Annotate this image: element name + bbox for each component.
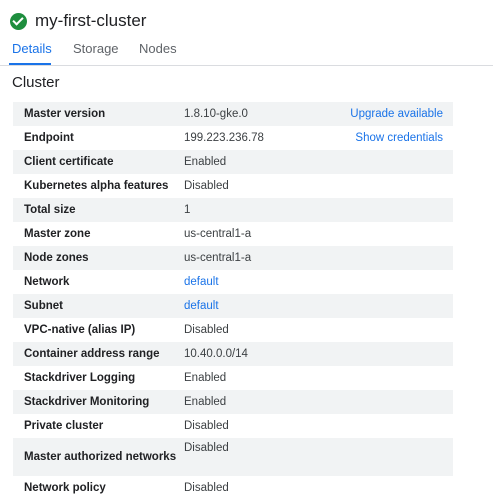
row-label: Master authorized networks bbox=[13, 438, 184, 476]
table-row: Subnet default bbox=[13, 294, 453, 318]
row-label: Network policy bbox=[24, 482, 106, 494]
table-row: Stackdriver Logging Enabled bbox=[13, 366, 453, 390]
subnet-link[interactable]: default bbox=[184, 294, 453, 318]
tab-details[interactable]: Details bbox=[12, 41, 52, 56]
row-label: Client certificate bbox=[13, 150, 184, 174]
row-value: Enabled bbox=[184, 372, 227, 384]
row-value: Enabled bbox=[184, 150, 453, 174]
row-value: us-central1-a bbox=[184, 246, 453, 270]
network-link[interactable]: default bbox=[184, 270, 453, 294]
show-credentials-link[interactable]: Show credentials bbox=[302, 126, 453, 150]
table-row: Network policy Disabled bbox=[13, 476, 453, 500]
table-row: Node zones us-central1-a bbox=[13, 246, 453, 270]
table-row: Stackdriver Monitoring Enabled bbox=[13, 390, 453, 414]
check-circle-icon bbox=[10, 12, 27, 30]
table-row: Master authorized networks Disabled bbox=[13, 438, 453, 476]
row-label: Stackdriver Monitoring bbox=[13, 390, 184, 414]
table-row: Private cluster Disabled bbox=[13, 414, 453, 438]
row-label: Node zones bbox=[13, 246, 184, 270]
row-label: Network bbox=[24, 276, 70, 288]
row-label: VPC-native (alias IP) bbox=[24, 324, 136, 336]
table-row: Master zone us-central1-a bbox=[13, 222, 453, 246]
table-row: Container address range 10.40.0.0/14 bbox=[13, 342, 453, 366]
cluster-header: my-first-cluster bbox=[10, 9, 146, 33]
row-label: Kubernetes alpha features bbox=[24, 180, 169, 192]
table-row: VPC-native (alias IP) Disabled bbox=[13, 318, 453, 342]
row-label: Endpoint bbox=[24, 132, 74, 144]
tab-divider bbox=[0, 65, 493, 66]
table-row: Kubernetes alpha features Disabled bbox=[13, 174, 453, 198]
row-label: Stackdriver Logging bbox=[24, 372, 136, 384]
table-row: Network default bbox=[13, 270, 453, 294]
upgrade-available-link[interactable]: Upgrade available bbox=[301, 102, 453, 126]
table-row: Master version 1.8.10-gke.0 Upgrade avai… bbox=[13, 102, 453, 126]
tab-bar: Details Storage Nodes bbox=[0, 36, 493, 66]
row-value: Disabled bbox=[184, 324, 229, 336]
row-value: Disabled bbox=[184, 180, 229, 192]
row-value: 1.8.10-gke.0 bbox=[184, 102, 302, 126]
row-value: 1 bbox=[184, 198, 453, 222]
row-value: us-central1-a bbox=[184, 228, 252, 240]
tab-nodes[interactable]: Nodes bbox=[139, 41, 177, 56]
row-value: Disabled bbox=[184, 482, 229, 494]
row-label: Total size bbox=[13, 198, 184, 222]
section-title: Cluster bbox=[12, 74, 60, 91]
row-label: Subnet bbox=[13, 294, 184, 318]
tab-storage[interactable]: Storage bbox=[73, 41, 119, 56]
cluster-details-table: Master version 1.8.10-gke.0 Upgrade avai… bbox=[13, 102, 453, 500]
row-label: Master zone bbox=[24, 228, 91, 240]
row-value: Disabled bbox=[184, 438, 453, 476]
row-label: Container address range bbox=[13, 342, 184, 366]
row-value: Enabled bbox=[184, 390, 453, 414]
table-row: Total size 1 bbox=[13, 198, 453, 222]
row-value: 199.223.236.78 bbox=[184, 132, 264, 144]
row-value: 10.40.0.0/14 bbox=[184, 342, 453, 366]
page-title: my-first-cluster bbox=[35, 11, 147, 30]
row-label: Private cluster bbox=[24, 420, 104, 432]
table-row: Endpoint 199.223.236.78 Show credentials bbox=[13, 126, 453, 150]
table-row: Client certificate Enabled bbox=[13, 150, 453, 174]
row-value: Disabled bbox=[184, 420, 229, 432]
row-label: Master version bbox=[13, 102, 184, 126]
